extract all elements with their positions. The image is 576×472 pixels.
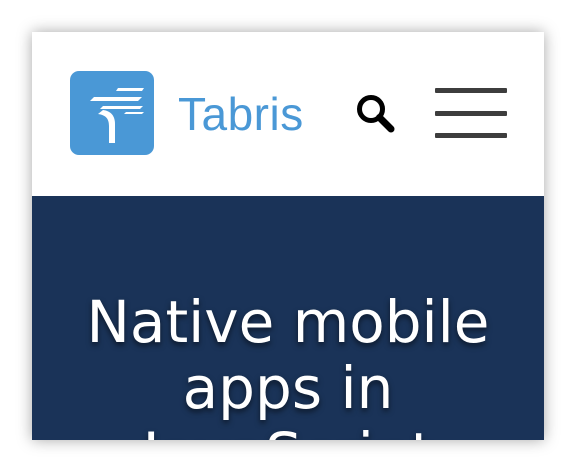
hero-banner: Native mobile apps in JavaScript bbox=[32, 196, 544, 440]
page-frame: Tabris Native mobile apps in JavaScript bbox=[32, 32, 544, 440]
search-button[interactable] bbox=[352, 92, 400, 140]
hamburger-menu-icon bbox=[435, 88, 507, 93]
brand-name: Tabris bbox=[178, 88, 304, 140]
hamburger-menu-icon-bar bbox=[435, 133, 507, 138]
search-icon bbox=[355, 93, 397, 139]
home-logo-link[interactable]: Tabris bbox=[70, 71, 304, 155]
site-header: Tabris bbox=[32, 32, 544, 196]
hamburger-menu-icon-bar bbox=[435, 110, 507, 116]
menu-button[interactable] bbox=[435, 88, 507, 138]
tabris-logo-icon bbox=[70, 71, 154, 155]
hero-title: Native mobile apps in JavaScript bbox=[86, 288, 490, 440]
